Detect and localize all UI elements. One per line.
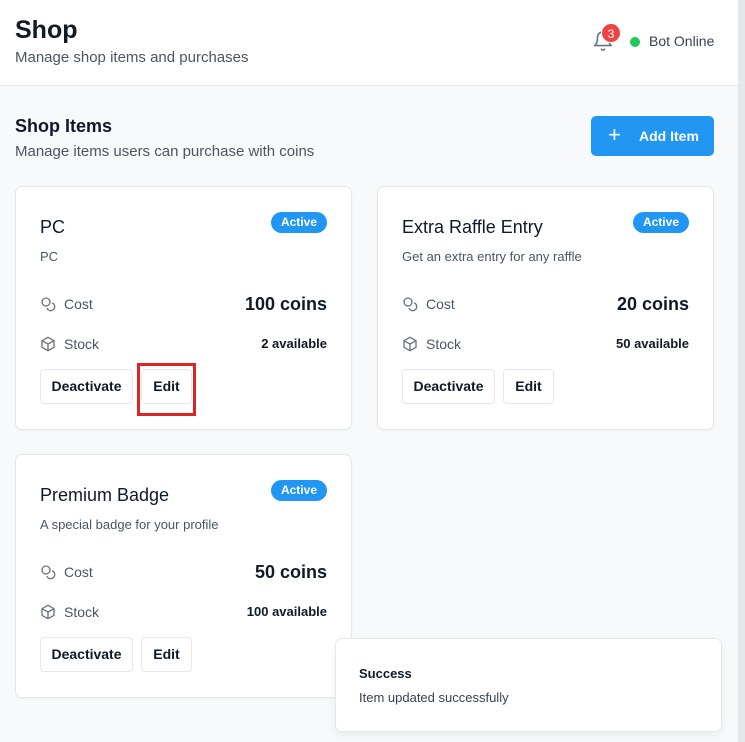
cost-label: Cost <box>426 296 455 312</box>
plus-icon: + <box>608 122 621 147</box>
cost-label: Cost <box>64 296 93 312</box>
add-item-label: Add Item <box>639 128 699 144</box>
deactivate-button[interactable]: Deactivate <box>40 369 133 404</box>
cost-value: 100 coins <box>244 294 327 314</box>
deactivate-button[interactable]: Deactivate <box>402 369 495 404</box>
toast-title: Success <box>359 666 412 681</box>
status-badge: Active <box>270 480 327 501</box>
cost-value: 50 coins <box>254 562 327 582</box>
stock-value: 100 available <box>246 604 327 619</box>
section-subtitle: Manage items users can purchase with coi… <box>15 143 315 160</box>
coins-icon <box>41 565 56 580</box>
coins-icon <box>41 297 56 312</box>
highlight-box <box>137 363 196 416</box>
page-title: Shop <box>15 16 78 44</box>
add-item-button[interactable]: + Add Item <box>591 116 714 156</box>
item-description: A special badge for your profile <box>40 517 219 532</box>
bot-status-text: Bot Online <box>649 33 715 49</box>
deactivate-button[interactable]: Deactivate <box>40 637 133 672</box>
item-name: Extra Raffle Entry <box>402 217 543 237</box>
item-name: PC <box>40 217 66 237</box>
toast-message: Item updated successfully <box>359 690 509 705</box>
toast-notification: Success Item updated successfully <box>335 638 722 732</box>
notification-count-badge[interactable]: 3 <box>601 23 621 43</box>
stock-label: Stock <box>64 336 100 352</box>
status-badge: Active <box>632 212 689 233</box>
package-icon <box>41 604 55 620</box>
item-description: Get an extra entry for any raffle <box>402 249 582 264</box>
edit-button[interactable]: Edit <box>503 369 554 404</box>
coins-icon <box>403 297 418 312</box>
edit-button[interactable]: Edit <box>141 637 192 672</box>
package-icon <box>403 336 417 352</box>
scrollbar[interactable] <box>738 0 745 742</box>
section-title: Shop Items <box>15 116 113 136</box>
shop-item-card: Extra Raffle Entry Active Get an extra e… <box>377 186 714 430</box>
item-name: Premium Badge <box>40 485 170 505</box>
cost-label: Cost <box>64 564 93 580</box>
stock-value: 50 available <box>616 336 689 351</box>
page-subtitle: Manage shop items and purchases <box>15 49 249 66</box>
stock-label: Stock <box>64 604 100 620</box>
status-badge: Active <box>270 212 327 233</box>
package-icon <box>41 336 55 352</box>
bot-status-dot <box>630 37 640 47</box>
cost-value: 20 coins <box>616 294 689 314</box>
stock-label: Stock <box>426 336 462 352</box>
item-description: PC <box>40 249 59 264</box>
stock-value: 2 available <box>261 336 327 351</box>
page-header: Shop Manage shop items and purchases 3 B… <box>0 0 738 86</box>
shop-item-card: Premium Badge Active A special badge for… <box>15 454 352 698</box>
